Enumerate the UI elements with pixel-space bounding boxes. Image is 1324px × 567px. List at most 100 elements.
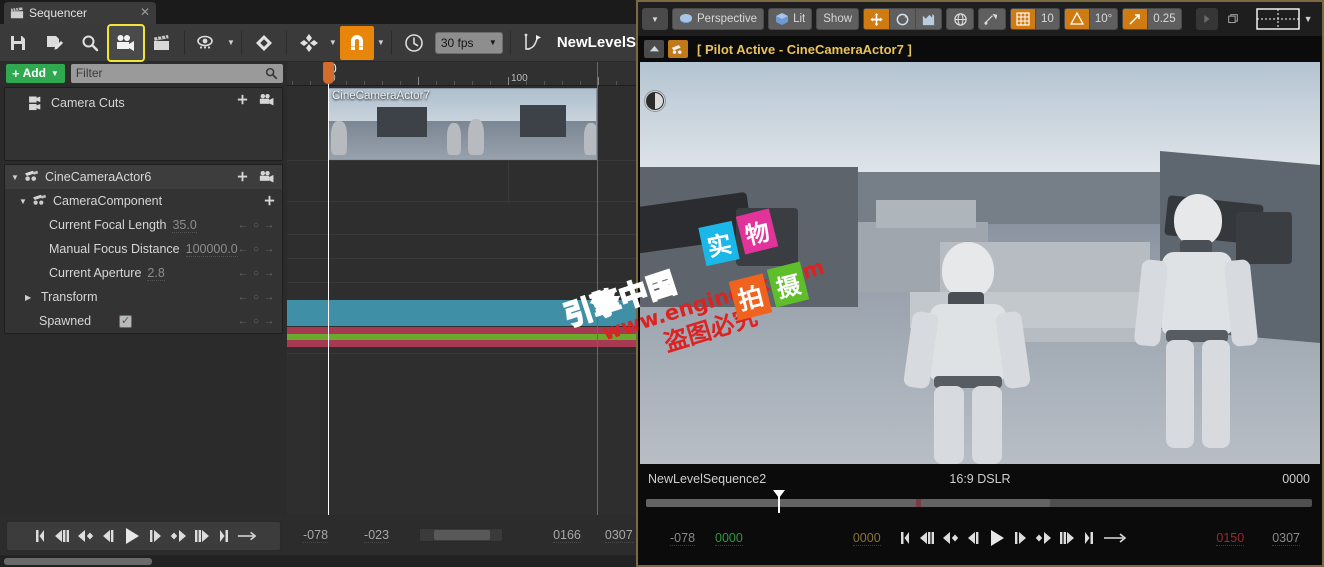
- snapping-options-button[interactable]: [292, 26, 326, 60]
- render-movie-button[interactable]: [145, 26, 179, 60]
- play-button[interactable]: [122, 524, 142, 548]
- keyframe-button[interactable]: [247, 26, 281, 60]
- previous-key-icon[interactable]: ←: [238, 292, 248, 303]
- play-button[interactable]: [987, 526, 1007, 550]
- show-flags-button[interactable]: Show: [816, 8, 860, 30]
- track-current-focal-length[interactable]: Current Focal Length 35.0 ← ○ →: [5, 213, 282, 237]
- actor-add-track-button[interactable]: [236, 171, 249, 184]
- surface-snap-button[interactable]: [978, 8, 1007, 30]
- curve-editor-button[interactable]: [516, 26, 550, 60]
- spawned-checkbox[interactable]: ✓: [119, 314, 133, 328]
- next-key-icon[interactable]: →: [264, 220, 274, 231]
- property-value[interactable]: 35.0: [172, 218, 197, 233]
- step-forward-button[interactable]: [1010, 526, 1030, 550]
- scale-mode-button[interactable]: [915, 9, 941, 29]
- step-back-frames-button[interactable]: [53, 524, 73, 548]
- snap-magnet-button[interactable]: [339, 25, 374, 60]
- next-key-button[interactable]: [168, 524, 188, 548]
- step-back-button[interactable]: [99, 524, 119, 548]
- viewport-in-start[interactable]: 0000: [715, 531, 743, 546]
- next-key-button[interactable]: [1033, 526, 1053, 550]
- loop-button[interactable]: [237, 524, 257, 548]
- range-in-end[interactable]: 0166: [553, 528, 581, 543]
- key-navigation[interactable]: ← ○ →: [238, 309, 274, 333]
- step-back-button[interactable]: [964, 526, 984, 550]
- frame-rate-selector[interactable]: 30 fps ▼: [434, 31, 503, 54]
- timeline-ruler[interactable]: 0 100 0: [287, 62, 636, 86]
- track-current-aperture[interactable]: Current Aperture 2.8 ← ○ →: [5, 261, 282, 285]
- scale-track-bar-stub[interactable]: [287, 340, 301, 347]
- camera-cuts-add-button[interactable]: [236, 94, 249, 107]
- viewport-layout-button[interactable]: ▼: [1255, 7, 1313, 31]
- expander-icon[interactable]: ▼: [19, 197, 31, 206]
- next-key-icon[interactable]: →: [264, 268, 274, 279]
- save-as-button[interactable]: [37, 26, 71, 60]
- property-value[interactable]: 100000.0: [185, 242, 238, 257]
- previous-key-icon[interactable]: ←: [238, 220, 248, 231]
- add-key-icon[interactable]: ○: [253, 268, 259, 279]
- viewport-scene[interactable]: [640, 62, 1320, 464]
- sidebar-item-camera-component[interactable]: ▼ CameraComponent: [5, 189, 282, 213]
- transform-track-bar[interactable]: [301, 300, 636, 326]
- viewport-out-start[interactable]: -078: [670, 531, 696, 546]
- expander-icon[interactable]: ▼: [11, 173, 23, 182]
- create-camera-button[interactable]: [106, 23, 145, 62]
- playhead-handle[interactable]: [323, 62, 334, 84]
- scale-snap-value[interactable]: 0.25: [1147, 9, 1180, 29]
- scale-track-bar[interactable]: [301, 340, 636, 347]
- jump-to-start-button[interactable]: [30, 524, 50, 548]
- chevron-down-icon[interactable]: ▼: [375, 26, 387, 60]
- close-icon[interactable]: ✕: [138, 6, 152, 20]
- viewport-in-end[interactable]: 0150: [1216, 531, 1245, 546]
- save-button[interactable]: [1, 26, 35, 60]
- scale-snap-toggle[interactable]: [1123, 9, 1148, 29]
- next-key-icon[interactable]: →: [264, 244, 274, 255]
- chevron-down-icon[interactable]: ▼: [327, 26, 339, 60]
- key-navigation[interactable]: ← ○ →: [238, 261, 274, 285]
- previous-key-icon[interactable]: ←: [238, 316, 248, 327]
- view-range-thumb[interactable]: [434, 530, 491, 540]
- previous-key-button[interactable]: [76, 524, 96, 548]
- eject-icon[interactable]: [644, 40, 664, 58]
- angle-snap-value[interactable]: 10°: [1088, 9, 1117, 29]
- view-mode-lit-button[interactable]: Lit: [768, 8, 813, 30]
- chevron-down-icon[interactable]: ▼: [225, 26, 237, 60]
- tab-sequencer[interactable]: Sequencer ✕: [4, 2, 156, 24]
- add-track-button[interactable]: + Add ▼: [6, 63, 65, 83]
- key-navigation[interactable]: ← ○ →: [238, 285, 274, 309]
- location-track-bar-stub[interactable]: [287, 327, 301, 334]
- camera-cut-clip[interactable]: CineCameraActor7: [328, 88, 597, 160]
- track-spawned[interactable]: Spawned ✓ ← ○ →: [5, 309, 282, 333]
- horizontal-scrollbar-thumb[interactable]: [4, 558, 152, 565]
- step-forward-frames-button[interactable]: [1056, 526, 1076, 550]
- jump-to-end-button[interactable]: [1079, 526, 1099, 550]
- previous-key-icon[interactable]: ←: [238, 244, 248, 255]
- time-options-button[interactable]: [397, 26, 431, 60]
- viewport-menu-button[interactable]: ▼: [642, 8, 668, 30]
- sequencer-timeline[interactable]: 0 100 0: [287, 62, 636, 515]
- key-navigation[interactable]: ← ○ →: [238, 237, 274, 261]
- playback-end-marker[interactable]: [597, 62, 598, 515]
- jump-to-end-button[interactable]: [214, 524, 234, 548]
- property-value[interactable]: 2.8: [147, 266, 165, 281]
- view-mode-perspective-button[interactable]: Perspective: [672, 8, 765, 30]
- view-options-button[interactable]: [190, 26, 224, 60]
- expander-icon[interactable]: ▶: [25, 293, 37, 302]
- maximize-viewport-button[interactable]: [1222, 8, 1244, 30]
- actor-camera-button[interactable]: [259, 170, 276, 184]
- rotate-mode-button[interactable]: [889, 9, 915, 29]
- view-range-slider[interactable]: [419, 528, 504, 542]
- viewport-current-frame[interactable]: 0000: [852, 531, 881, 546]
- camera-speed-button[interactable]: [1195, 8, 1218, 30]
- loop-button[interactable]: [1102, 526, 1128, 550]
- track-manual-focus-distance[interactable]: Manual Focus Distance 100000.0 ← ○ →: [5, 237, 282, 261]
- add-key-icon[interactable]: ○: [253, 316, 259, 327]
- viewport-out-end[interactable]: 0307: [1272, 531, 1300, 546]
- key-navigation[interactable]: ← ○ →: [238, 213, 274, 237]
- component-add-track-button[interactable]: [263, 195, 276, 208]
- previous-key-button[interactable]: [941, 526, 961, 550]
- pilot-camera-icon[interactable]: [668, 40, 688, 58]
- location-track-bar[interactable]: [301, 327, 636, 334]
- angle-snap-toggle[interactable]: [1064, 9, 1089, 29]
- jump-to-start-button[interactable]: [895, 526, 915, 550]
